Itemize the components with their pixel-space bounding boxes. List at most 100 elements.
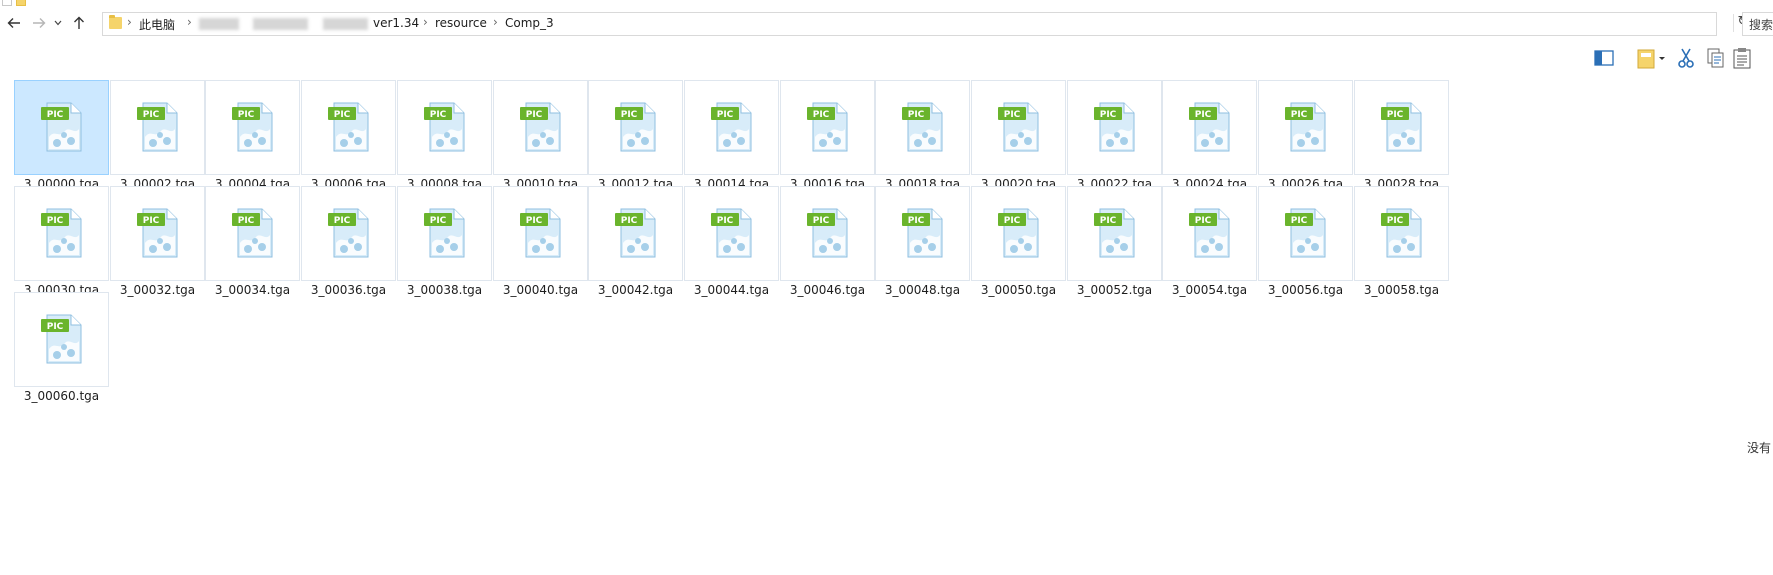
file-item[interactable]: PIC 3_00054.tga bbox=[1158, 186, 1257, 306]
tga-image-file-icon: PIC bbox=[1285, 102, 1326, 152]
file-thumbnail[interactable]: PIC bbox=[780, 186, 875, 281]
file-icon-badge: PIC bbox=[717, 216, 734, 226]
search-input[interactable]: 搜索 bbox=[1742, 12, 1773, 36]
cut-button[interactable] bbox=[1674, 46, 1698, 70]
file-item[interactable]: PIC 3_00040.tga bbox=[489, 186, 588, 306]
file-icon-badge: PIC bbox=[334, 216, 351, 226]
file-item[interactable]: PIC 3_00046.tga bbox=[776, 186, 875, 306]
file-thumbnail[interactable]: PIC bbox=[397, 186, 492, 281]
new-folder-button[interactable] bbox=[1634, 46, 1658, 70]
file-thumbnail[interactable]: PIC bbox=[1354, 186, 1449, 281]
forward-button[interactable] bbox=[30, 14, 48, 32]
breadcrumb-separator[interactable]: › bbox=[187, 15, 192, 29]
file-thumbnail[interactable]: PIC bbox=[14, 292, 109, 387]
file-icon-badge: PIC bbox=[1387, 110, 1404, 120]
file-item[interactable]: PIC 3_00026.tga bbox=[1254, 80, 1353, 200]
tga-image-file-icon: PIC bbox=[1094, 208, 1135, 258]
breadcrumb-comp3[interactable]: Comp_3 bbox=[505, 16, 554, 30]
recent-locations-button[interactable] bbox=[52, 14, 64, 32]
file-item[interactable]: PIC 3_00008.tga bbox=[393, 80, 492, 200]
file-thumbnail[interactable]: PIC bbox=[14, 186, 109, 281]
address-bar[interactable]: › 此电脑 › ver1.34 › resource › Comp_3 ∨ bbox=[102, 12, 1717, 36]
breadcrumb-ver[interactable]: ver1.34 bbox=[373, 16, 419, 30]
file-thumbnail[interactable]: PIC bbox=[875, 186, 970, 281]
file-item[interactable]: PIC 3_00050.tga bbox=[967, 186, 1066, 306]
copy-button[interactable] bbox=[1703, 46, 1727, 70]
file-icon-badge: PIC bbox=[238, 110, 255, 120]
file-item[interactable]: PIC 3_00034.tga bbox=[201, 186, 300, 306]
file-thumbnail[interactable]: PIC bbox=[684, 186, 779, 281]
file-thumbnail[interactable]: PIC bbox=[780, 80, 875, 175]
file-item[interactable]: PIC 3_00032.tga bbox=[106, 186, 205, 306]
file-thumbnail[interactable]: PIC bbox=[588, 186, 683, 281]
file-thumbnail[interactable]: PIC bbox=[971, 80, 1066, 175]
file-item[interactable]: PIC 3_00028.tga bbox=[1350, 80, 1449, 200]
file-item[interactable]: PIC 3_00006.tga bbox=[297, 80, 396, 200]
breadcrumb-separator[interactable]: › bbox=[493, 15, 498, 29]
file-item[interactable]: PIC 3_00042.tga bbox=[584, 186, 683, 306]
file-thumbnail[interactable]: PIC bbox=[1067, 186, 1162, 281]
file-item[interactable]: PIC 3_00038.tga bbox=[393, 186, 492, 306]
file-item[interactable]: PIC 3_00022.tga bbox=[1063, 80, 1162, 200]
file-thumbnail[interactable]: PIC bbox=[875, 80, 970, 175]
file-thumbnail[interactable]: PIC bbox=[971, 186, 1066, 281]
file-thumbnail[interactable]: PIC bbox=[493, 80, 588, 175]
paste-icon bbox=[1733, 48, 1751, 69]
file-thumbnail[interactable]: PIC bbox=[301, 186, 396, 281]
file-name: 3_00052.tga bbox=[1076, 283, 1153, 297]
file-item[interactable]: PIC 3_00060.tga bbox=[10, 292, 109, 412]
file-item[interactable]: PIC 3_00016.tga bbox=[776, 80, 875, 200]
preview-pane-button[interactable] bbox=[1592, 46, 1616, 70]
file-item[interactable]: PIC 3_00048.tga bbox=[871, 186, 970, 306]
file-thumbnail[interactable]: PIC bbox=[397, 80, 492, 175]
paste-button[interactable] bbox=[1730, 46, 1754, 70]
file-item[interactable]: PIC 3_00012.tga bbox=[584, 80, 683, 200]
tga-image-file-icon: PIC bbox=[807, 208, 848, 258]
file-item[interactable]: PIC 3_00002.tga bbox=[106, 80, 205, 200]
file-thumbnail[interactable]: PIC bbox=[1258, 186, 1353, 281]
file-item[interactable]: PIC 3_00058.tga bbox=[1350, 186, 1449, 306]
file-thumbnail[interactable]: PIC bbox=[205, 80, 300, 175]
breadcrumb-separator[interactable]: › bbox=[423, 15, 428, 29]
up-button[interactable] bbox=[70, 14, 88, 32]
file-item[interactable]: PIC 3_00056.tga bbox=[1254, 186, 1353, 306]
file-thumbnail[interactable]: PIC bbox=[1067, 80, 1162, 175]
file-thumbnail[interactable]: PIC bbox=[493, 186, 588, 281]
file-thumbnail[interactable]: PIC bbox=[684, 80, 779, 175]
file-item[interactable]: PIC 3_00052.tga bbox=[1063, 186, 1162, 306]
file-thumbnail[interactable]: PIC bbox=[1354, 80, 1449, 175]
file-item[interactable]: PIC 3_00044.tga bbox=[680, 186, 779, 306]
file-item[interactable]: PIC 3_00004.tga bbox=[201, 80, 300, 200]
back-button[interactable] bbox=[5, 14, 23, 32]
file-thumbnail[interactable]: PIC bbox=[1258, 80, 1353, 175]
file-item[interactable]: PIC 3_00036.tga bbox=[297, 186, 396, 306]
file-thumbnail[interactable]: PIC bbox=[14, 80, 109, 175]
breadcrumb-this-pc[interactable]: 此电脑 bbox=[139, 16, 175, 33]
file-icon-badge: PIC bbox=[1195, 110, 1212, 120]
file-item[interactable]: PIC 3_00010.tga bbox=[489, 80, 588, 200]
file-thumbnail[interactable]: PIC bbox=[110, 186, 205, 281]
cut-icon bbox=[1678, 48, 1694, 68]
file-item[interactable]: PIC 3_00000.tga bbox=[10, 80, 109, 200]
file-thumbnail[interactable]: PIC bbox=[110, 80, 205, 175]
file-item[interactable]: PIC 3_00030.tga bbox=[10, 186, 109, 306]
tga-image-file-icon: PIC bbox=[424, 102, 465, 152]
tga-image-file-icon: PIC bbox=[1381, 102, 1422, 152]
redacted-path-segment bbox=[323, 18, 368, 30]
tga-image-file-icon: PIC bbox=[807, 102, 848, 152]
file-item[interactable]: PIC 3_00014.tga bbox=[680, 80, 779, 200]
file-thumbnail[interactable]: PIC bbox=[1162, 186, 1257, 281]
file-thumbnail[interactable]: PIC bbox=[1162, 80, 1257, 175]
breadcrumb-separator[interactable]: › bbox=[127, 15, 132, 29]
breadcrumb-resource[interactable]: resource bbox=[435, 16, 487, 30]
file-item[interactable]: PIC 3_00018.tga bbox=[871, 80, 970, 200]
file-thumbnail[interactable]: PIC bbox=[588, 80, 683, 175]
file-thumbnail[interactable]: PIC bbox=[301, 80, 396, 175]
new-folder-dropdown[interactable] bbox=[1656, 46, 1668, 70]
file-thumbnail[interactable]: PIC bbox=[205, 186, 300, 281]
file-icon-badge: PIC bbox=[813, 110, 830, 120]
file-item[interactable]: PIC 3_00020.tga bbox=[967, 80, 1066, 200]
file-item[interactable]: PIC 3_00024.tga bbox=[1158, 80, 1257, 200]
file-icon-badge: PIC bbox=[143, 216, 160, 226]
file-icon-badge: PIC bbox=[47, 322, 64, 332]
